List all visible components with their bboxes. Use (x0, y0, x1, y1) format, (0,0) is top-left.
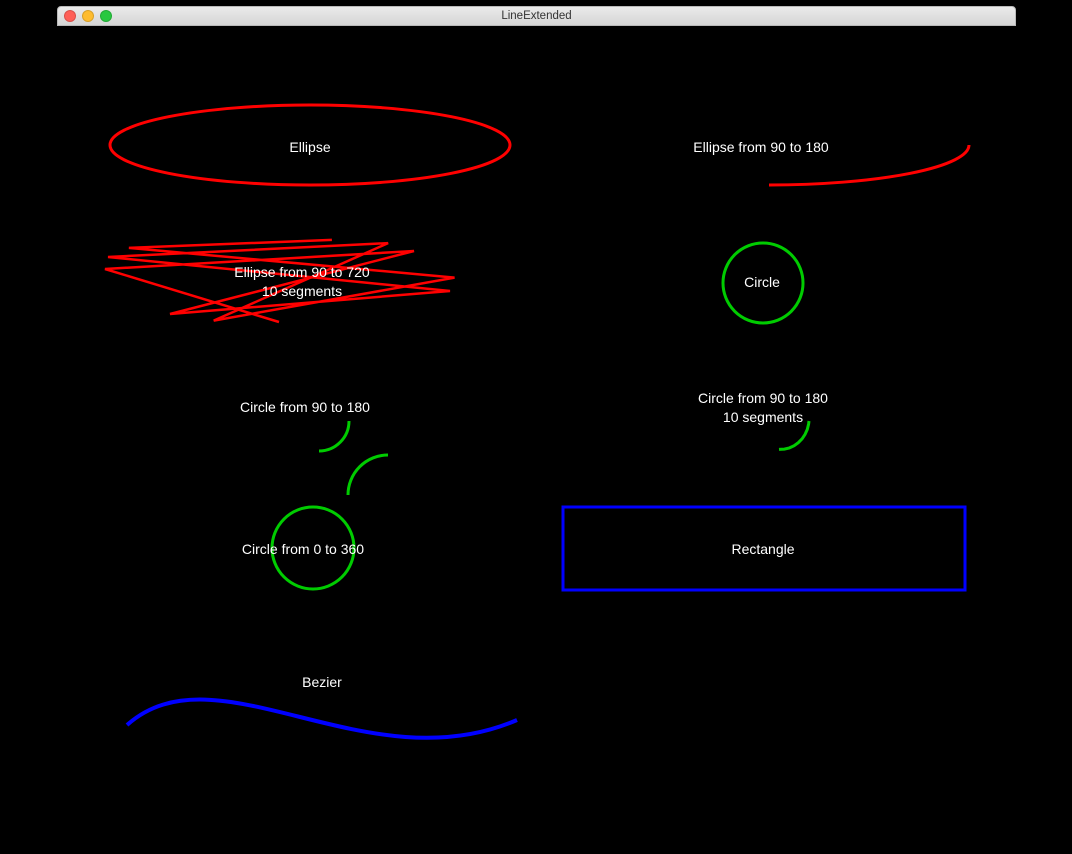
ellipse-seg-label: Ellipse from 90 to 720 10 segments (234, 263, 369, 301)
window-title: LineExtended (58, 10, 1015, 22)
bezier-label: Bezier (302, 673, 342, 692)
rectangle-label: Rectangle (731, 540, 794, 559)
app-frame: LineExtended Ellipse Ellipse from 90 to … (0, 0, 1072, 854)
graphics-canvas: Ellipse Ellipse from 90 to 180 Ellipse f… (57, 25, 1014, 783)
traffic-lights (64, 10, 112, 22)
maximize-icon[interactable] (100, 10, 112, 22)
minimize-icon[interactable] (82, 10, 94, 22)
circle-full-label: Circle from 0 to 360 (242, 540, 364, 559)
ellipse-label: Ellipse (289, 138, 330, 157)
window-titlebar[interactable]: LineExtended (57, 6, 1016, 26)
circle-arc-seg-label: Circle from 90 to 180 10 segments (698, 389, 828, 427)
circle-arc-visual (291, 399, 371, 479)
circle-label: Circle (744, 273, 780, 292)
ellipse-arc-label: Ellipse from 90 to 180 (693, 138, 828, 157)
close-icon[interactable] (64, 10, 76, 22)
